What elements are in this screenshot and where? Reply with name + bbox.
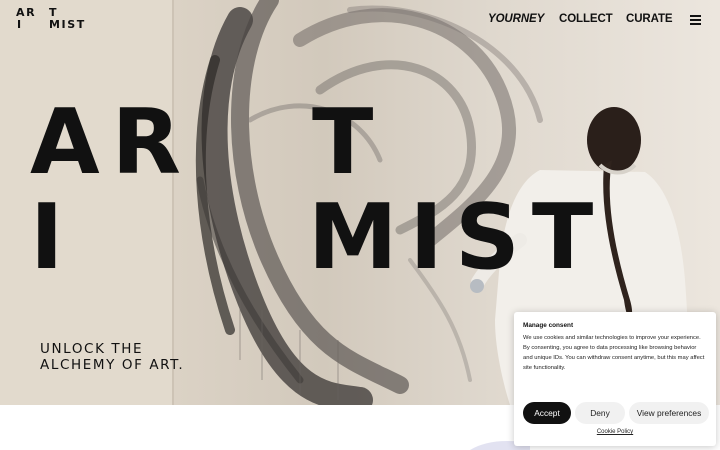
cookie-consent-dialog: Manage consent We use cookies and simila… bbox=[514, 312, 716, 446]
accept-button[interactable]: Accept bbox=[523, 402, 571, 424]
hero-title-i: I bbox=[30, 185, 76, 290]
tagline-line-1: UNLOCK THE bbox=[40, 341, 144, 357]
hero-tagline: UNLOCK THE ALCHEMY OF ART. bbox=[40, 341, 220, 373]
logo-text-t: T bbox=[49, 6, 59, 19]
consent-body: We use cookies and similar technologies … bbox=[523, 335, 705, 371]
hamburger-icon[interactable] bbox=[690, 14, 701, 25]
nav-link-yourney[interactable]: YOURNEY bbox=[488, 13, 544, 25]
hero-title-mist: MIST bbox=[308, 185, 606, 290]
deny-button[interactable]: Deny bbox=[575, 402, 625, 424]
consent-title: Manage consent bbox=[523, 322, 574, 329]
consent-buttons: Accept Deny View preferences bbox=[523, 402, 709, 424]
logo-text-ar: AR bbox=[16, 6, 37, 19]
cookie-policy-link[interactable]: Cookie Policy bbox=[514, 429, 716, 435]
logo-text-mist: MIST bbox=[49, 18, 86, 31]
tagline-line-2: ALCHEMY OF ART. bbox=[40, 357, 185, 373]
nav-link-collect[interactable]: COLLECT bbox=[559, 13, 613, 25]
hero-title-ar: AR bbox=[30, 90, 193, 195]
view-preferences-button[interactable]: View preferences bbox=[629, 402, 709, 424]
logo-text-i: I bbox=[17, 18, 23, 31]
site-logo[interactable]: AR T I MIST bbox=[16, 7, 88, 31]
hero-title-t: T bbox=[312, 90, 386, 195]
nav-link-curate[interactable]: CURATE bbox=[626, 13, 673, 25]
